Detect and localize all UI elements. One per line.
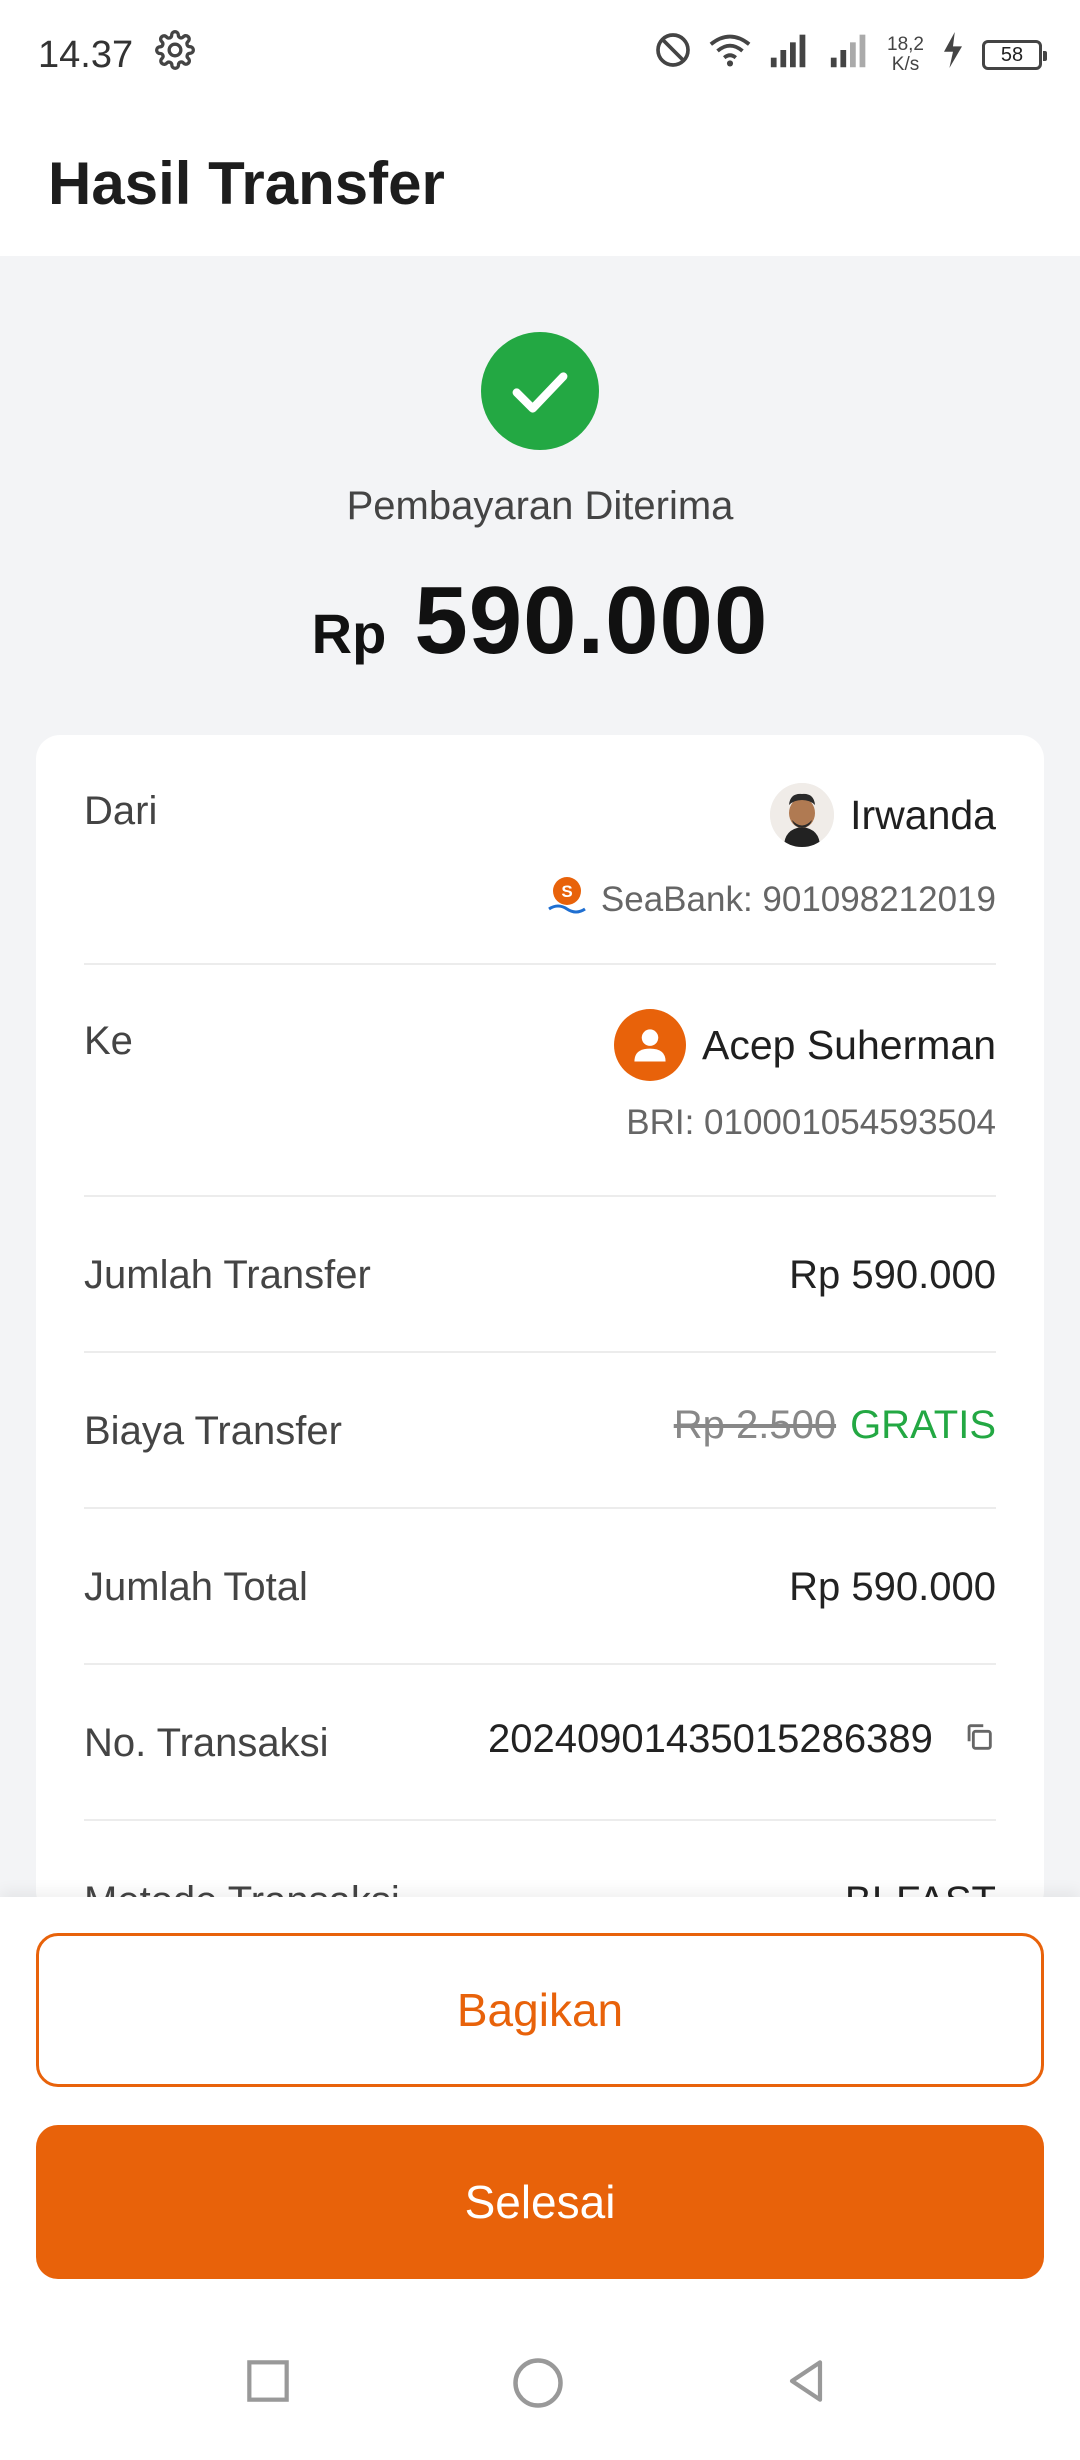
page-title: Hasil Transfer — [48, 149, 445, 217]
transaction-number: 20240901435015286389 — [488, 1717, 996, 1764]
app-header: Hasil Transfer — [0, 110, 1080, 256]
network-speed: 18,2 K/s — [887, 34, 924, 75]
transaction-number-value: 20240901435015286389 — [487, 1717, 933, 1761]
recipient-row: Ke Acep Suherman BRI: 010001054593504 — [84, 965, 996, 1197]
copy-icon[interactable] — [962, 1719, 996, 1764]
sender-account: SeaBank: 901098212019 — [600, 879, 996, 919]
row-label: Jumlah Total — [84, 1565, 308, 1609]
sender-name: Irwanda — [850, 791, 996, 838]
recipient-label: Ke — [84, 1019, 133, 1063]
done-button[interactable]: Selesai — [36, 2125, 1044, 2279]
status-bar: 14.37 18,2 K/s 58 — [0, 0, 1080, 110]
back-icon[interactable] — [778, 2353, 834, 2414]
total-amount-row: Jumlah Total Rp 590.000 — [84, 1509, 996, 1665]
signal-icon — [767, 30, 813, 80]
original-fee: Rp 2.500 — [673, 1403, 837, 1447]
sender-label: Dari — [84, 789, 158, 833]
row-label: No. Transaksi — [84, 1721, 329, 1765]
sender-row: Dari Irwanda S SeaBank: 901098212019 — [84, 735, 996, 965]
amount-value: 590.000 — [414, 567, 769, 674]
fee-value: Rp 2.500 GRATIS — [674, 1403, 996, 1448]
signal-icon-2 — [827, 30, 873, 80]
transfer-amount: Rp 590.000 — [0, 566, 1080, 676]
do-not-disturb-icon — [653, 30, 693, 80]
seabank-icon: S — [545, 873, 589, 926]
amount-currency: Rp — [311, 602, 387, 665]
svg-text:S: S — [561, 882, 572, 901]
system-nav-bar — [0, 2297, 1080, 2460]
transfer-fee-row: Biaya Transfer Rp 2.500 GRATIS — [84, 1353, 996, 1509]
settings-icon — [155, 30, 196, 80]
charging-icon — [938, 32, 968, 78]
recipient-name: Acep Suherman — [701, 1021, 996, 1068]
row-label: Jumlah Transfer — [84, 1253, 371, 1297]
action-panel: Bagikan Selesai — [0, 1897, 1080, 2297]
row-value: Rp 590.000 — [789, 1565, 996, 1609]
home-icon[interactable] — [508, 2353, 568, 2418]
status-time: 14.37 — [38, 33, 134, 76]
battery-icon: 58 — [982, 40, 1047, 70]
recent-apps-icon[interactable] — [240, 2353, 296, 2414]
row-label: Biaya Transfer — [84, 1409, 342, 1453]
row-value: Rp 590.000 — [789, 1253, 996, 1297]
payment-status: Pembayaran Diterima — [346, 484, 734, 528]
transfer-amount-row: Jumlah Transfer Rp 590.000 — [84, 1197, 996, 1353]
success-check-icon — [481, 332, 599, 450]
transfer-summary: Pembayaran Diterima Rp 590.000 — [0, 256, 1080, 736]
wifi-icon — [707, 30, 753, 80]
sender-avatar — [770, 783, 835, 847]
transfer-details-card: Dari Irwanda S SeaBank: 901098212019 Ke … — [36, 735, 1044, 1915]
transaction-number-row: No. Transaksi 20240901435015286389 — [84, 1665, 996, 1821]
recipient-account: BRI: 010001054593504 — [626, 1103, 996, 1142]
recipient-avatar-icon — [613, 1009, 686, 1081]
share-button[interactable]: Bagikan — [36, 1933, 1044, 2087]
free-fee-label: GRATIS — [850, 1403, 996, 1447]
